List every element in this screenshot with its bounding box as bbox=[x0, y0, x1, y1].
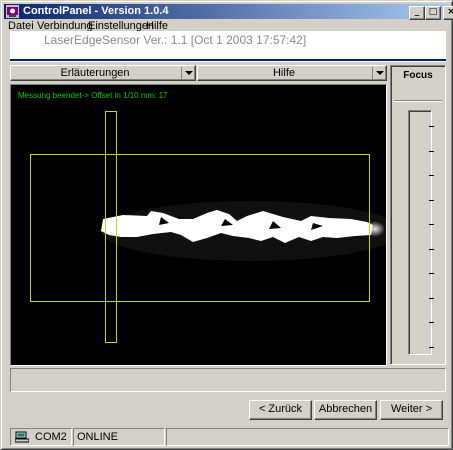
focus-title: Focus bbox=[403, 70, 433, 81]
maximize-button[interactable]: □ bbox=[425, 6, 441, 20]
focus-panel: Focus bbox=[390, 65, 446, 365]
app-icon bbox=[6, 5, 19, 18]
focus-tick bbox=[429, 248, 434, 250]
camera-view: Messung beendet-> Offset in 1/10 mm: 17 bbox=[10, 84, 387, 366]
chevron-down-icon[interactable] bbox=[372, 67, 385, 79]
status-spare bbox=[166, 428, 449, 446]
measurement-roi-box[interactable] bbox=[30, 154, 370, 302]
focus-gauge bbox=[408, 110, 432, 355]
header-divider bbox=[10, 59, 446, 62]
focus-tick bbox=[429, 150, 434, 152]
cancel-button[interactable]: Abbrechen bbox=[314, 400, 377, 420]
window-title: ControlPanel - Version 1.0.4 bbox=[23, 5, 169, 17]
edge-roi-marker[interactable] bbox=[105, 111, 117, 343]
minimize-button[interactable]: _ bbox=[409, 6, 425, 20]
focus-tick bbox=[429, 346, 434, 348]
connection-state: ONLINE bbox=[73, 428, 165, 446]
focus-tick bbox=[429, 126, 434, 127]
focus-divider bbox=[394, 100, 442, 102]
focus-tick bbox=[429, 175, 434, 176]
control-panel-window: ControlPanel - Version 1.0.4 _ □ × Datei… bbox=[0, 0, 453, 450]
port-label: COM2 bbox=[35, 431, 67, 443]
focus-tick bbox=[429, 273, 434, 274]
explanations-dropdown[interactable]: Erläuterungen bbox=[10, 65, 196, 81]
next-button[interactable]: Weiter > bbox=[380, 400, 443, 420]
focus-tick bbox=[429, 322, 434, 323]
header-panel: LaserEdgeSensor Ver.: 1.1 [Oct 1 2003 17… bbox=[10, 31, 446, 59]
computer-port-icon bbox=[15, 431, 29, 443]
chevron-down-icon[interactable] bbox=[181, 67, 194, 79]
port-status: COM2 bbox=[10, 428, 72, 446]
explanations-label: Erläuterungen bbox=[60, 67, 130, 79]
title-bar[interactable]: ControlPanel - Version 1.0.4 _ □ × bbox=[4, 4, 453, 20]
message-bar bbox=[10, 368, 446, 392]
focus-tick bbox=[429, 199, 434, 201]
back-button[interactable]: < Zurück bbox=[249, 400, 312, 420]
focus-tick bbox=[429, 224, 434, 225]
help-dropdown[interactable]: Hilfe bbox=[197, 65, 387, 81]
focus-tick bbox=[429, 297, 434, 299]
close-button[interactable]: × bbox=[443, 6, 453, 20]
help-label: Hilfe bbox=[272, 67, 295, 79]
status-bar: COM2 ONLINE bbox=[4, 428, 449, 446]
sensor-version-text: LaserEdgeSensor Ver.: 1.1 [Oct 1 2003 17… bbox=[44, 33, 307, 47]
